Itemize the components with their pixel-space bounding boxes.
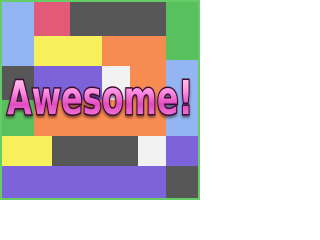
title-band: Awesome! (2, 2, 198, 198)
awesome-title-text: Awesome! (7, 71, 193, 125)
awesome-title-art: Awesome! (6, 70, 195, 127)
awesome-tile: Awesome! (0, 0, 200, 200)
